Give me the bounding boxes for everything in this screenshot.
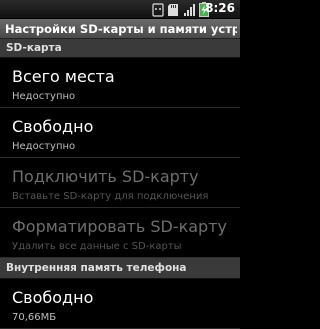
section-header-internal-storage: Внутренняя память телефона <box>0 258 240 279</box>
pref-internal-free-space[interactable]: Свободно 70,66МБ <box>0 279 240 329</box>
pref-title: Подключить SD-карту <box>12 167 199 186</box>
pref-title: Всего места <box>12 67 115 86</box>
section-header-sd-card: SD-карта <box>0 39 240 58</box>
pref-mount-sd-card[interactable]: Подключить SD-карту Вставьте SD-карту дл… <box>0 158 240 208</box>
pref-title: Свободно <box>12 117 94 136</box>
pref-summary: Удалить все данные с SD-карты <box>12 241 182 252</box>
pref-free-space[interactable]: Свободно Недоступно <box>0 108 240 158</box>
pref-format-sd-card[interactable]: Форматировать SD-карту Удалить все данны… <box>0 208 240 258</box>
pref-summary: Вставьте SD-карту для подключения <box>12 191 209 202</box>
title-bar: Настройки SD-карты и памяти устройс... <box>0 19 240 39</box>
status-time: 8:26 <box>205 1 235 15</box>
pref-title: Форматировать SD-карту <box>12 217 227 236</box>
pref-summary: 70,66МБ <box>12 312 57 323</box>
pref-summary: Недоступно <box>12 91 76 102</box>
pref-title: Свободно <box>12 288 94 307</box>
status-bar: 8:26 <box>0 0 240 19</box>
pref-summary: Недоступно <box>12 141 76 152</box>
settings-list: SD-карта Всего места Недоступно Свободно… <box>0 39 240 329</box>
pref-total-space[interactable]: Всего места Недоступно <box>0 58 240 108</box>
page-title: Настройки SD-карты и памяти устройс... <box>5 22 237 36</box>
